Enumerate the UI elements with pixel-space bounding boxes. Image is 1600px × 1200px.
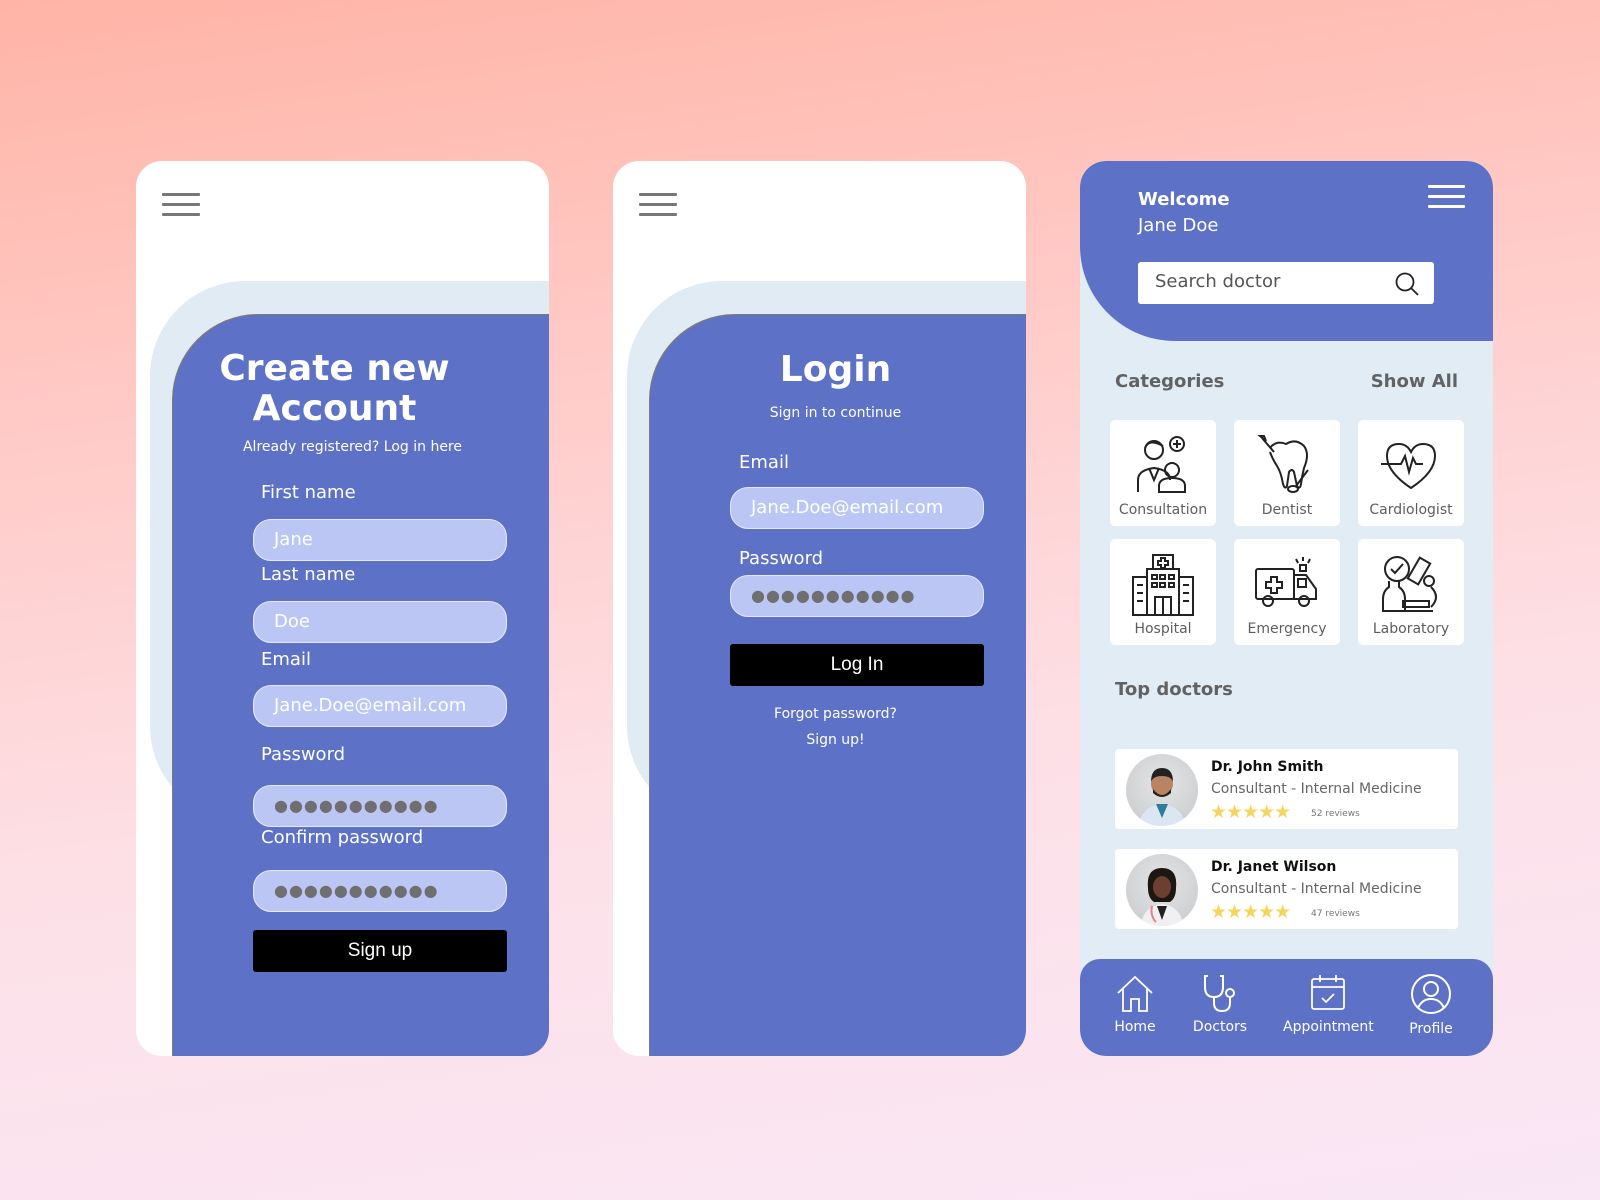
category-label: Hospital (1134, 621, 1192, 637)
doctor-card[interactable]: Dr. Janet Wilson Consultant - Internal M… (1115, 849, 1458, 929)
review-count: 47 reviews (1311, 909, 1360, 919)
home-header: Welcome Jane Doe Search doctor (1080, 161, 1493, 341)
doctor-name: Dr. John Smith (1211, 759, 1324, 775)
home-screen: Welcome Jane Doe Search doctor Categorie… (1080, 161, 1493, 1056)
email-label: Email (261, 649, 311, 670)
email-label: Email (739, 452, 789, 473)
profile-icon (1411, 974, 1451, 1014)
category-cardiologist[interactable]: Cardiologist (1358, 420, 1464, 526)
signup-title-line1: Create new (219, 348, 450, 389)
category-label: Cardiologist (1369, 502, 1453, 518)
nav-label: Home (1114, 1019, 1156, 1035)
doctor-card[interactable]: Dr. John Smith Consultant - Internal Med… (1115, 749, 1458, 829)
heartbeat-icon (1381, 442, 1437, 490)
email-input[interactable]: Jane.Doe@email.com (253, 685, 507, 727)
password-label: Password (261, 744, 346, 765)
doctor-avatar (1126, 754, 1198, 826)
tooth-icon (1257, 435, 1309, 493)
category-emergency[interactable]: Emergency (1234, 539, 1340, 645)
login-here-link[interactable]: Already registered? Log in here (146, 439, 549, 455)
doctor-name: Dr. Janet Wilson (1211, 859, 1337, 875)
doctor-role: Consultant - Internal Medicine (1211, 881, 1422, 897)
category-label: Dentist (1261, 502, 1313, 518)
calendar-icon (1311, 975, 1345, 1010)
nav-label: Profile (1409, 1021, 1453, 1037)
confirm-password-input[interactable]: ●●●●●●●●●●● (253, 870, 507, 912)
signup-screen: Create new Account Already registered? L… (136, 161, 549, 1056)
consultation-icon (1137, 436, 1186, 493)
ambulance-icon (1255, 557, 1317, 607)
password-input[interactable]: ●●●●●●●●●●● (253, 785, 507, 827)
doctor-avatar (1126, 854, 1198, 926)
log-in-button[interactable]: Log In (730, 644, 984, 686)
confirm-password-label: Confirm password (261, 827, 424, 848)
nav-label: Doctors (1192, 1019, 1248, 1035)
home-icon (1117, 975, 1153, 1012)
sign-up-button[interactable]: Sign up (253, 930, 507, 972)
email-input[interactable]: Jane.Doe@email.com (730, 487, 984, 529)
search-placeholder: Search doctor (1155, 271, 1281, 292)
search-icon[interactable] (1394, 271, 1420, 297)
login-title: Login (779, 349, 892, 390)
bottom-navigation: Home Doctors Appointment Profile (1080, 959, 1493, 1056)
top-doctors-title: Top doctors (1115, 679, 1233, 700)
star-rating: ★★★★★ (1210, 901, 1291, 923)
category-label: Consultation (1118, 502, 1208, 518)
microscope-icon (1382, 556, 1437, 612)
sign-up-link[interactable]: Sign up! (629, 732, 1026, 748)
categories-title: Categories (1115, 371, 1225, 392)
category-hospital[interactable]: Hospital (1110, 539, 1216, 645)
first-name-input[interactable]: Jane (253, 519, 507, 561)
doctor-role: Consultant - Internal Medicine (1211, 781, 1422, 797)
password-label: Password (739, 548, 824, 569)
nav-doctors[interactable]: Doctors (1192, 973, 1248, 1035)
hamburger-menu-icon[interactable] (1428, 185, 1465, 208)
hamburger-menu-icon[interactable] (162, 193, 200, 216)
nav-home[interactable]: Home (1110, 973, 1160, 1035)
review-count: 52 reviews (1311, 809, 1360, 819)
category-consultation[interactable]: Consultation (1110, 420, 1216, 526)
nav-profile[interactable]: Profile (1406, 973, 1456, 1037)
first-name-label: First name (261, 482, 356, 503)
last-name-label: Last name (261, 564, 356, 585)
welcome-text: Welcome (1138, 189, 1230, 210)
category-laboratory[interactable]: Laboratory (1358, 539, 1464, 645)
login-screen: Login Sign in to continue Email Jane.Doe… (613, 161, 1026, 1056)
category-dentist[interactable]: Dentist (1234, 420, 1340, 526)
signup-title: Create new Account (136, 349, 541, 429)
nav-appointment[interactable]: Appointment (1283, 973, 1374, 1035)
category-label: Laboratory (1372, 621, 1450, 637)
last-name-input[interactable]: Doe (253, 601, 507, 643)
hamburger-menu-icon[interactable] (639, 193, 677, 216)
user-name: Jane Doe (1138, 215, 1219, 236)
star-rating: ★★★★★ (1210, 801, 1291, 823)
forgot-password-link[interactable]: Forgot password? (629, 706, 1026, 722)
signup-title-line2: Account (252, 388, 417, 429)
login-subtitle: Sign in to continue (769, 405, 902, 421)
hospital-icon (1132, 554, 1194, 616)
category-label: Emergency (1247, 621, 1327, 637)
password-input[interactable]: ●●●●●●●●●●● (730, 575, 984, 617)
search-doctor-input[interactable]: Search doctor (1138, 262, 1434, 304)
show-all-link[interactable]: Show All (1371, 371, 1458, 392)
stethoscope-icon (1204, 975, 1235, 1013)
nav-label: Appointment (1283, 1019, 1374, 1035)
